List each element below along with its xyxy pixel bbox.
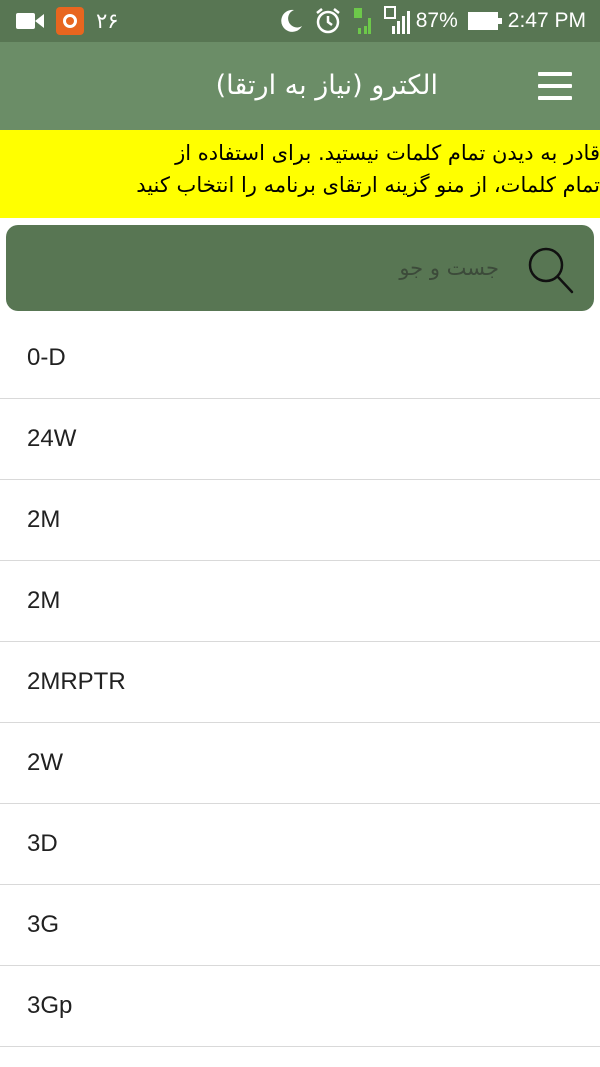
sim2-signal-icon xyxy=(383,6,410,36)
page-title: الکترو (نیاز به ارتقا) xyxy=(215,70,438,101)
hamburger-menu-icon[interactable] xyxy=(536,70,574,102)
video-camera-icon xyxy=(16,13,44,29)
list-item[interactable]: 3G xyxy=(0,885,600,966)
list-item[interactable]: 2MRPTR xyxy=(0,642,600,723)
list-item[interactable]: 2M xyxy=(0,561,600,642)
app-notification-icon xyxy=(56,7,84,35)
status-left: ۲۶ xyxy=(16,0,119,42)
clock-time: 2:47 PM xyxy=(507,9,586,32)
battery-icon xyxy=(467,12,502,30)
status-right: 87% 2:47 PM xyxy=(278,0,586,42)
list-item[interactable]: 0-D xyxy=(0,318,600,399)
notification-count: ۲۶ xyxy=(96,9,119,33)
search-placeholder: جست و جو xyxy=(399,256,499,280)
list-item[interactable]: 3Gp xyxy=(0,966,600,1047)
banner-line-2: تمام کلمات، از منو گزینه ارتقای برنامه ر… xyxy=(136,173,600,197)
app-bar: الکترو (نیاز به ارتقا) xyxy=(0,42,600,130)
search-icon[interactable] xyxy=(526,245,574,295)
list-item[interactable]: 24W xyxy=(0,399,600,480)
list-item[interactable]: 3D xyxy=(0,804,600,885)
upgrade-banner: قادر به دیدن تمام کلمات نیستید. برای است… xyxy=(0,130,600,218)
status-bar: ۲۶ 87% 2:47 PM xyxy=(0,0,600,42)
do-not-disturb-moon-icon xyxy=(281,9,302,32)
alarm-clock-icon xyxy=(315,8,340,34)
word-list: 0-D 24W 2M 2M 2MRPTR 2W 3D 3G 3Gp xyxy=(0,318,600,1047)
sim1-signal-icon xyxy=(352,6,374,36)
list-item[interactable]: 2W xyxy=(0,723,600,804)
battery-percent: 87% xyxy=(415,9,458,32)
list-item[interactable]: 2M xyxy=(0,480,600,561)
search-input[interactable]: جست و جو xyxy=(6,225,594,311)
banner-line-1: قادر به دیدن تمام کلمات نیستید. برای است… xyxy=(175,141,600,165)
